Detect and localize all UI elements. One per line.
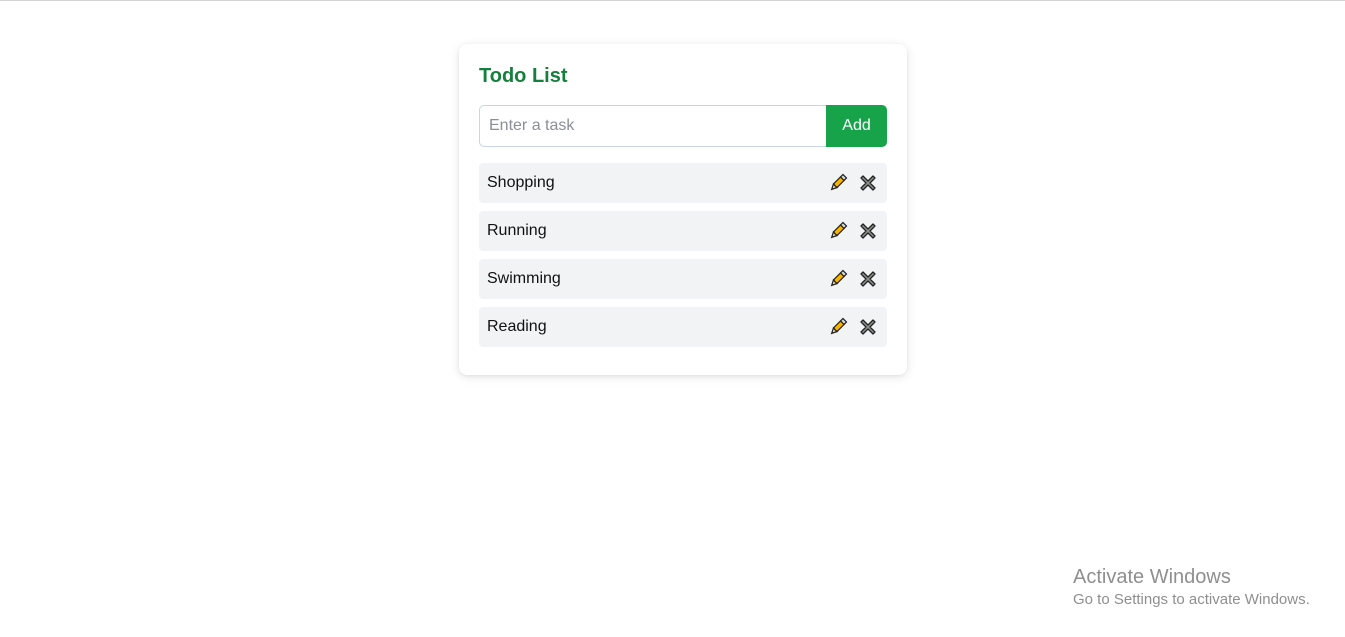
- task-text: Swimming: [487, 270, 561, 287]
- delete-button[interactable]: [857, 268, 879, 290]
- task-text: Running: [487, 222, 547, 239]
- task-item: Running: [479, 211, 887, 251]
- edit-button[interactable]: [827, 172, 849, 194]
- task-item: Swimming: [479, 259, 887, 299]
- edit-button[interactable]: [827, 316, 849, 338]
- pencil-icon: [830, 269, 848, 287]
- edit-button[interactable]: [827, 268, 849, 290]
- pencil-icon: [830, 173, 848, 191]
- add-button[interactable]: Add: [826, 105, 887, 147]
- task-list: Shopping Running Swimming Reading: [479, 163, 887, 347]
- todo-card: Todo List Add Shopping: [459, 44, 907, 375]
- delete-button[interactable]: [857, 316, 879, 338]
- delete-button[interactable]: [857, 172, 879, 194]
- cross-icon: [860, 319, 876, 335]
- task-item: Reading: [479, 307, 887, 347]
- edit-button[interactable]: [827, 220, 849, 242]
- add-task-form: Add: [479, 105, 887, 147]
- watermark-subtitle: Go to Settings to activate Windows.: [1073, 591, 1310, 608]
- page-title: Todo List: [479, 65, 568, 87]
- cross-icon: [860, 271, 876, 287]
- task-item: Shopping: [479, 163, 887, 203]
- cross-icon: [860, 223, 876, 239]
- watermark-title: Activate Windows: [1073, 566, 1231, 588]
- window-top-border: [0, 0, 1345, 1]
- pencil-icon: [830, 317, 848, 335]
- pencil-icon: [830, 221, 848, 239]
- cross-icon: [860, 175, 876, 191]
- task-text: Reading: [487, 318, 547, 335]
- activate-windows-watermark: Activate Windows Go to Settings to activ…: [1073, 565, 1310, 610]
- task-input[interactable]: [479, 105, 826, 147]
- task-text: Shopping: [487, 174, 555, 191]
- delete-button[interactable]: [857, 220, 879, 242]
